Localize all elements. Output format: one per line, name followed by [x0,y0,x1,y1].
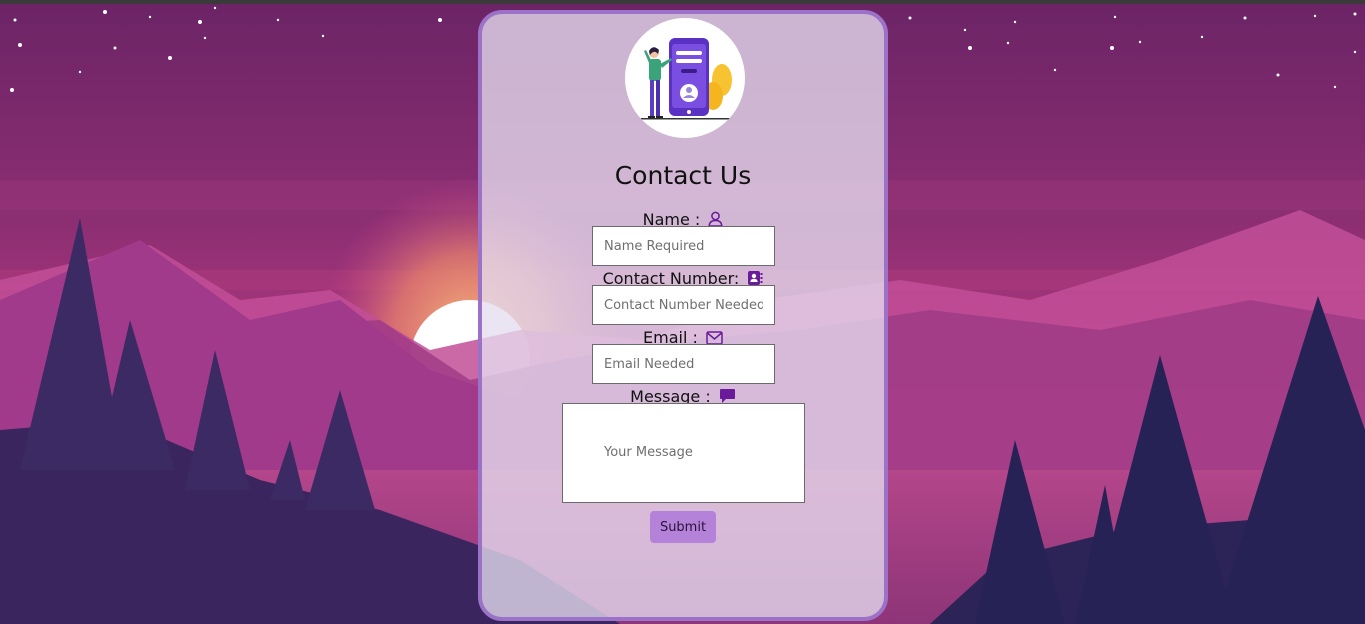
browser-top-edge [0,0,1365,4]
contact-illustration [625,18,745,138]
name-input[interactable] [592,226,775,266]
email-input[interactable] [592,344,775,384]
phone-login-illustration-icon [641,38,732,120]
submit-button[interactable]: Submit [650,511,716,543]
contact-form-card: Contact Us Name : Contact Number: E [478,10,888,621]
page-title: Contact Us [614,161,752,190]
message-textarea[interactable] [562,403,805,503]
contact-number-input[interactable] [592,285,775,325]
